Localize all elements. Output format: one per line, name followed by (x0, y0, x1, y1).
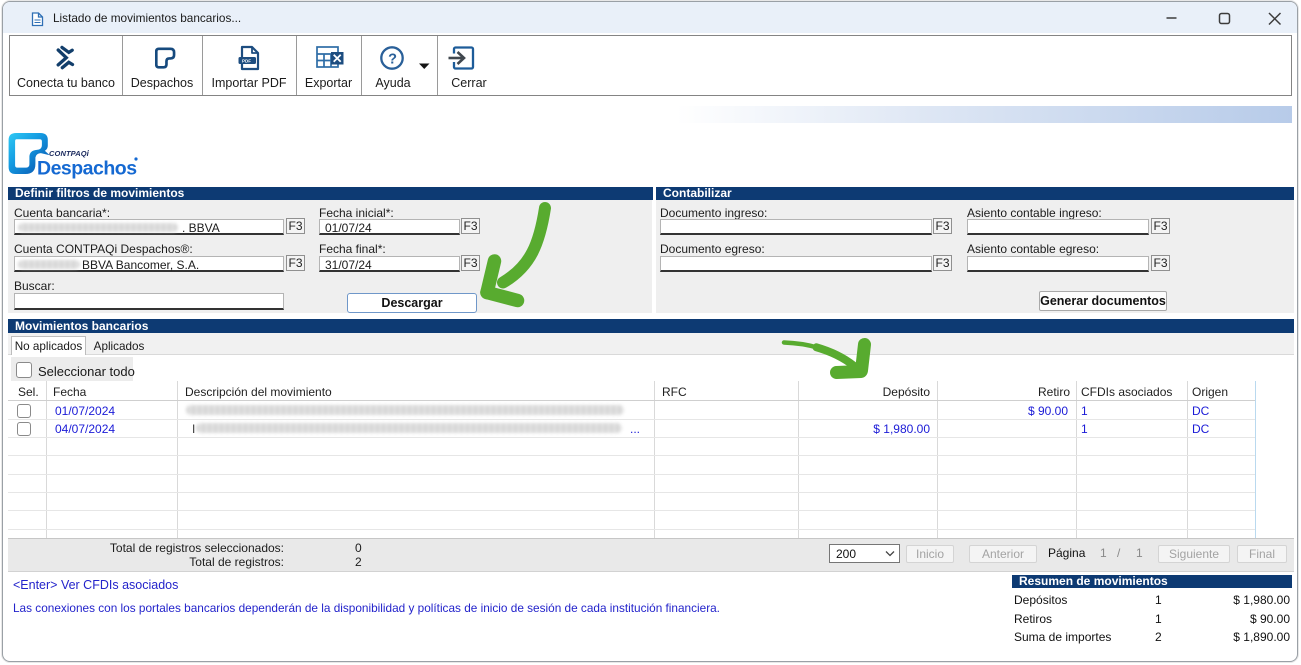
svg-text:Despachos: Despachos (37, 158, 137, 180)
svg-text:?: ? (388, 51, 397, 67)
svg-text:PDF: PDF (242, 59, 251, 64)
